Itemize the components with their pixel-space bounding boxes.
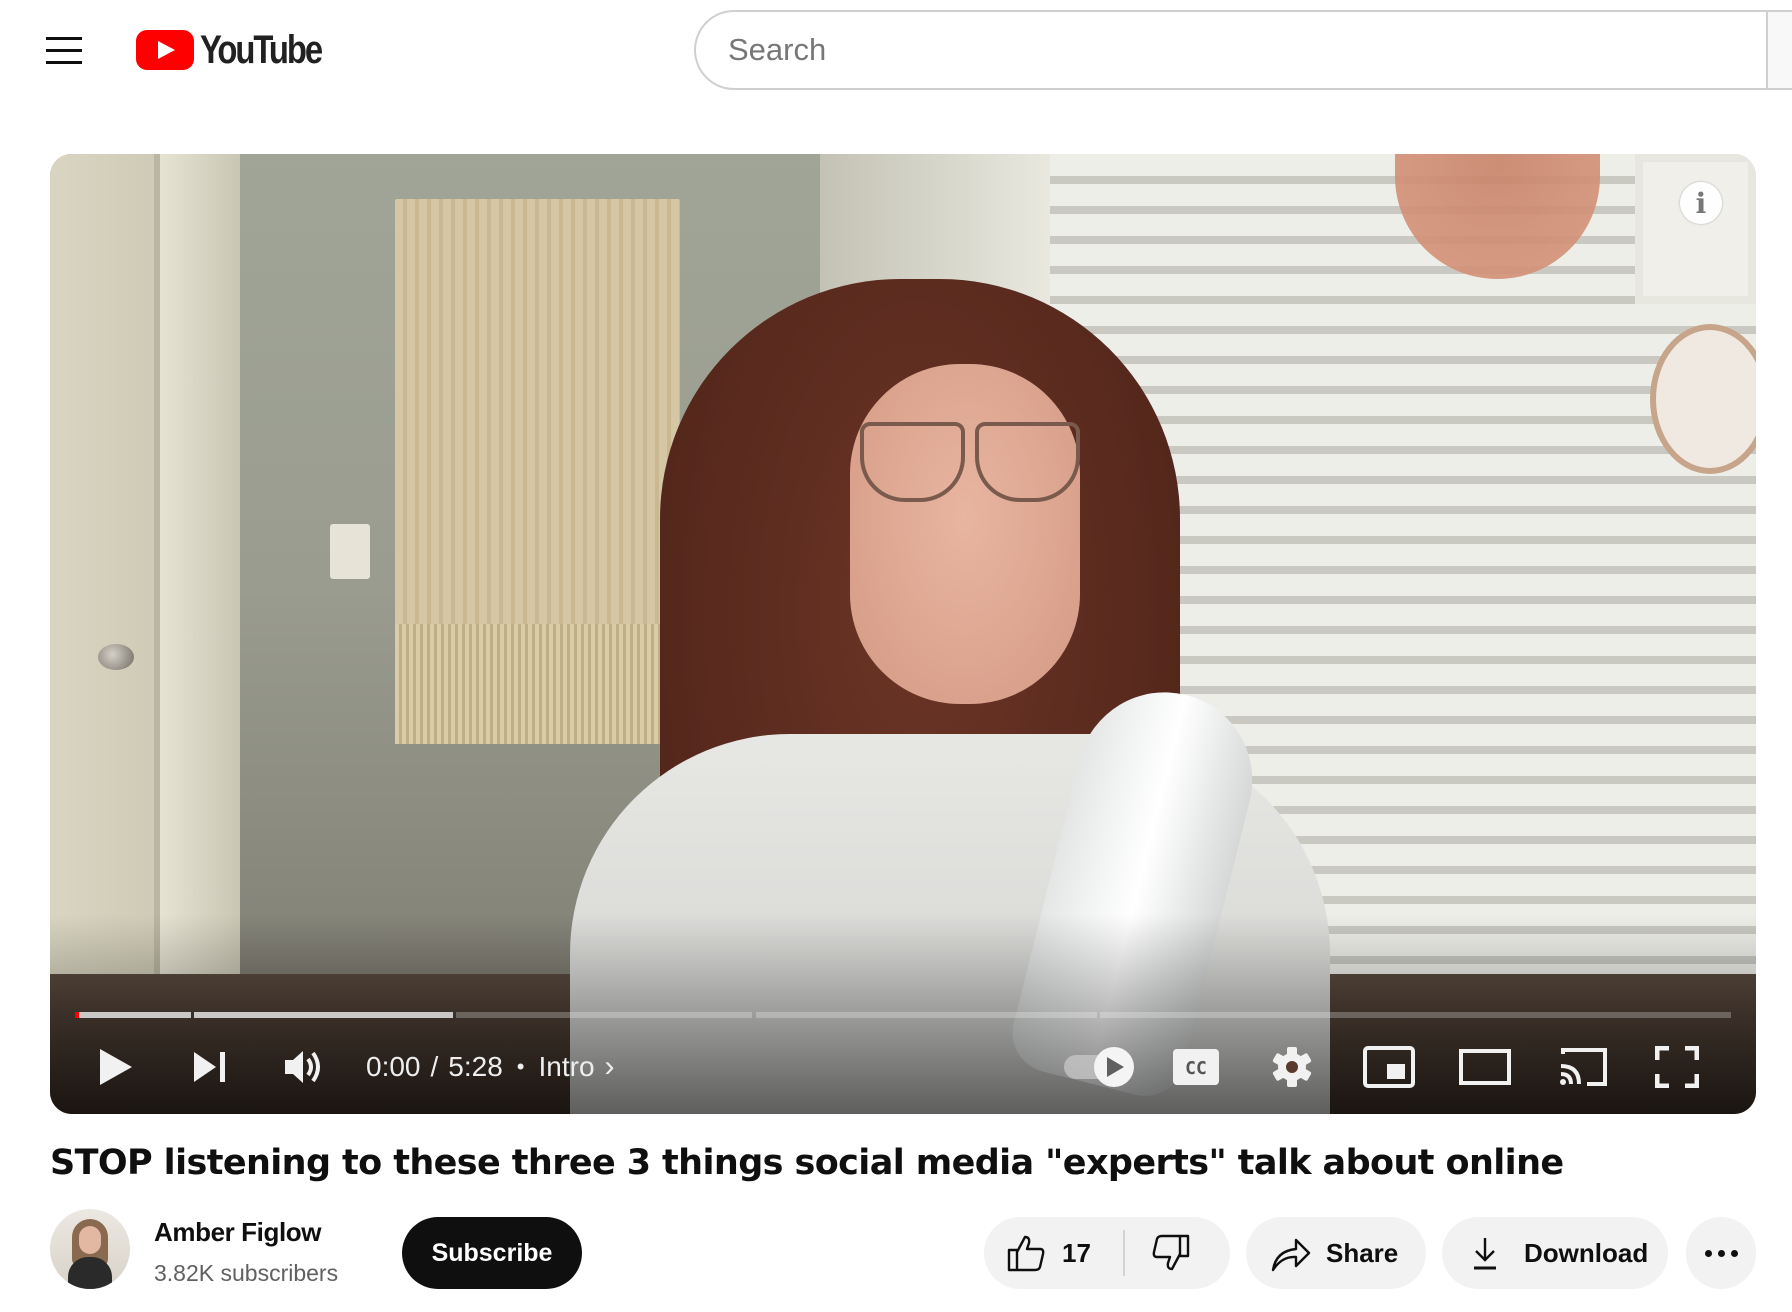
next-button[interactable]	[180, 1034, 240, 1100]
more-dot-icon	[1704, 1249, 1712, 1257]
like-button[interactable]: 17	[984, 1217, 1091, 1289]
scene-glasses	[860, 422, 965, 502]
search-input[interactable]	[728, 32, 1728, 68]
miniplayer-icon	[1363, 1046, 1415, 1088]
svg-text:CC: CC	[1185, 1058, 1207, 1079]
video-player[interactable]: i 0:00 / 5:28 • Intro › CC	[50, 154, 1756, 1114]
subscribe-button[interactable]: Subscribe	[402, 1217, 582, 1289]
scene-wall-hanging-fringe	[395, 624, 680, 744]
chapter-title: Intro	[538, 1051, 595, 1082]
download-icon	[1474, 1238, 1496, 1270]
chapter-dot: •	[516, 1054, 525, 1079]
download-button[interactable]: Download	[1442, 1217, 1668, 1289]
dislike-button[interactable]	[1125, 1217, 1191, 1289]
scene-door-knob	[98, 644, 134, 670]
channel-name[interactable]: Amber Figlow	[154, 1217, 322, 1248]
video-frame	[50, 154, 1756, 1114]
avatar-face	[79, 1226, 101, 1254]
miniplayer-button[interactable]	[1356, 1034, 1422, 1100]
skip-next-icon	[194, 1052, 225, 1082]
progress-buffered	[194, 1012, 453, 1018]
share-button[interactable]: Share	[1246, 1217, 1426, 1289]
duration: 5:28	[448, 1051, 503, 1082]
volume-button[interactable]	[272, 1034, 336, 1100]
settings-button[interactable]	[1262, 1034, 1322, 1100]
channel-avatar[interactable]	[50, 1209, 130, 1289]
info-icon[interactable]: i	[1680, 182, 1722, 224]
youtube-logo[interactable]: YouTube	[136, 28, 348, 72]
autoplay-toggle-icon	[1064, 1047, 1134, 1087]
menu-line	[46, 37, 82, 40]
more-actions-button[interactable]	[1686, 1217, 1756, 1289]
progress-chapter-segment[interactable]	[194, 1012, 453, 1018]
scene-light-switch	[330, 524, 370, 579]
hamburger-menu-icon[interactable]	[44, 34, 84, 66]
scene-person-face	[850, 364, 1080, 704]
thumbs-down-icon	[1152, 1234, 1190, 1271]
closed-captions-icon: CC	[1173, 1049, 1219, 1085]
logo-text: YouTube	[200, 27, 323, 72]
menu-line	[46, 61, 82, 64]
more-dot-icon	[1730, 1249, 1738, 1257]
like-dislike-group: 17	[984, 1217, 1230, 1289]
thumbs-up-icon	[1007, 1235, 1045, 1272]
volume-icon	[285, 1051, 320, 1083]
player-controls: 0:00 / 5:28 • Intro › CC	[50, 1034, 1756, 1100]
theater-mode-icon	[1459, 1049, 1511, 1085]
progress-chapter-segment[interactable]	[1100, 1012, 1731, 1018]
fullscreen-button[interactable]	[1644, 1034, 1710, 1100]
theater-mode-button[interactable]	[1452, 1034, 1518, 1100]
share-arrow-icon	[1271, 1238, 1311, 1272]
progress-played	[75, 1012, 79, 1018]
share-label: Share	[1326, 1237, 1399, 1268]
play-icon	[100, 1049, 132, 1085]
progress-chapter-segment[interactable]	[755, 1012, 1097, 1018]
menu-line	[46, 49, 82, 52]
scene-glasses	[975, 422, 1080, 502]
download-label: Download	[1524, 1237, 1649, 1268]
chapter-button[interactable]: Intro ›	[538, 1050, 614, 1084]
captions-button[interactable]: CC	[1166, 1034, 1226, 1100]
play-button[interactable]	[86, 1034, 146, 1100]
search-box[interactable]	[694, 10, 1766, 90]
progress-chapter-segment[interactable]	[75, 1012, 191, 1018]
gear-icon	[1272, 1047, 1312, 1087]
video-title: STOP listening to these three 3 things s…	[50, 1143, 1564, 1183]
like-count: 17	[1062, 1237, 1091, 1268]
progress-chapter-segment[interactable]	[455, 1012, 753, 1018]
cast-button[interactable]	[1550, 1034, 1616, 1100]
cast-icon	[1560, 1048, 1607, 1086]
fullscreen-icon	[1655, 1046, 1699, 1088]
current-time: 0:00	[366, 1051, 421, 1082]
youtube-play-logo-icon	[136, 30, 194, 70]
progress-buffered	[75, 1012, 191, 1018]
autoplay-toggle[interactable]	[1060, 1034, 1140, 1100]
more-dot-icon	[1717, 1249, 1725, 1257]
search-button[interactable]	[1766, 10, 1792, 90]
subscriber-count: 3.82K subscribers	[154, 1260, 339, 1286]
time-separator: /	[430, 1051, 439, 1082]
chevron-right-icon: ›	[604, 1050, 615, 1083]
scene-picture-frame	[1635, 154, 1756, 304]
progress-bar[interactable]	[75, 1012, 1731, 1018]
avatar-body	[68, 1257, 112, 1289]
time-display: 0:00 / 5:28 • Intro ›	[366, 1034, 615, 1100]
